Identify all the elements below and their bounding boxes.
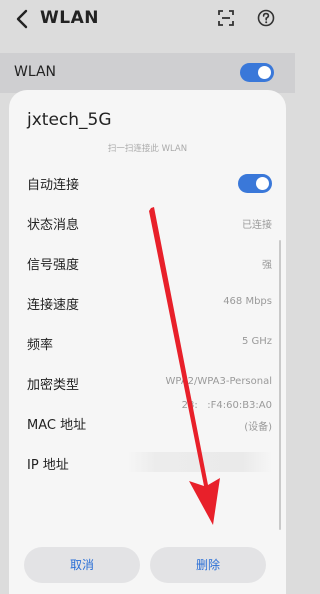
help-icon[interactable] xyxy=(257,9,275,27)
detail-label: 连接速度 xyxy=(27,298,80,313)
detail-row-mac: MAC 地址 28: :F4:60:B3:A0 (设备) xyxy=(27,400,272,444)
switch-knob xyxy=(256,177,269,190)
scrollbar[interactable] xyxy=(279,240,281,530)
detail-row-ip: IP 地址 xyxy=(27,448,272,478)
switch-knob xyxy=(258,66,271,79)
page-title: WLAN xyxy=(40,8,99,28)
detail-label: 频率 xyxy=(27,338,54,353)
network-name: jxtech_5G xyxy=(27,110,112,130)
top-bar: WLAN xyxy=(0,0,295,40)
detail-label: MAC 地址 xyxy=(27,418,87,433)
redacted-ip-value xyxy=(127,452,272,472)
back-arrow-icon[interactable] xyxy=(14,8,32,30)
detail-label: 加密类型 xyxy=(27,378,80,393)
scan-icon[interactable] xyxy=(217,9,235,27)
detail-row-encryption: 加密类型 WPA2/WPA3-Personal xyxy=(27,368,272,398)
auto-connect-row[interactable]: 自动连接 xyxy=(27,168,272,198)
detail-value: 已连接 xyxy=(242,220,272,231)
scan-to-connect-hint[interactable]: 扫一扫连接此 WLAN xyxy=(9,142,286,154)
detail-row-speed: 连接速度 468 Mbps xyxy=(27,288,272,318)
detail-value: 5 GHz xyxy=(241,336,272,347)
detail-value-note: (设备) xyxy=(244,422,272,433)
detail-row-frequency: 频率 5 GHz xyxy=(27,328,272,358)
detail-value: WPA2/WPA3-Personal xyxy=(165,376,272,387)
detail-label: 信号强度 xyxy=(27,258,80,273)
detail-label: 状态消息 xyxy=(27,218,80,233)
detail-row-signal: 信号强度 强 xyxy=(27,248,272,278)
wlan-toggle-row[interactable]: WLAN xyxy=(0,53,295,93)
auto-connect-switch[interactable] xyxy=(238,174,272,193)
cancel-button[interactable]: 取消 xyxy=(24,547,140,583)
detail-row-status: 状态消息 已连接 xyxy=(27,208,272,238)
detail-label: IP 地址 xyxy=(27,458,69,473)
network-details-dialog: jxtech_5G 扫一扫连接此 WLAN 自动连接 状态消息 已连接 信号强度… xyxy=(9,90,286,594)
wlan-switch[interactable] xyxy=(240,63,274,82)
wlan-label: WLAN xyxy=(14,64,57,80)
detail-value: 强 xyxy=(262,260,272,271)
delete-button[interactable]: 删除 xyxy=(150,547,266,583)
auto-connect-label: 自动连接 xyxy=(27,178,80,193)
detail-value: 468 Mbps xyxy=(223,296,272,307)
detail-value: 28: :F4:60:B3:A0 xyxy=(181,400,272,411)
